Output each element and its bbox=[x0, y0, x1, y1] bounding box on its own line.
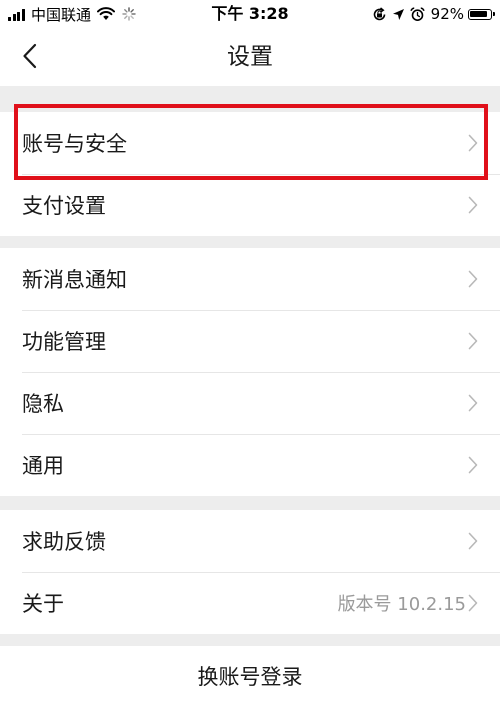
settings-item-feature-management[interactable]: 功能管理 bbox=[0, 310, 500, 372]
chevron-left-icon bbox=[22, 43, 38, 69]
cellular-signal-icon bbox=[8, 8, 26, 21]
settings-item-general[interactable]: 通用 bbox=[0, 434, 500, 496]
chevron-right-icon bbox=[468, 456, 478, 474]
settings-item-privacy[interactable]: 隐私 bbox=[0, 372, 500, 434]
loading-spinner-icon bbox=[122, 7, 136, 21]
settings-group-help: 求助反馈 关于 版本号 10.2.15 bbox=[0, 510, 500, 634]
battery-percent: 92% bbox=[430, 5, 464, 23]
chevron-right-icon bbox=[468, 394, 478, 412]
row-right bbox=[468, 394, 478, 412]
status-right: 92% bbox=[372, 4, 495, 24]
settings-group-account: 账号与安全 支付设置 bbox=[0, 112, 500, 236]
status-left: 中国联通 bbox=[8, 4, 136, 24]
row-right bbox=[468, 196, 478, 214]
row-right bbox=[468, 456, 478, 474]
location-arrow-icon bbox=[392, 8, 405, 21]
chevron-right-icon bbox=[468, 594, 478, 612]
battery-level-fill bbox=[470, 10, 487, 17]
settings-item-label: 新消息通知 bbox=[22, 268, 127, 292]
settings-item-label: 账号与安全 bbox=[22, 132, 127, 156]
settings-item-payment[interactable]: 支付设置 bbox=[0, 174, 500, 236]
row-right bbox=[468, 332, 478, 350]
row-right: 版本号 10.2.15 bbox=[338, 590, 478, 616]
chevron-right-icon bbox=[468, 270, 478, 288]
chevron-right-icon bbox=[468, 332, 478, 350]
page-title: 设置 bbox=[227, 44, 273, 70]
settings-item-account-security[interactable]: 账号与安全 bbox=[0, 112, 500, 174]
settings-item-about[interactable]: 关于 版本号 10.2.15 bbox=[0, 572, 500, 634]
row-right bbox=[468, 134, 478, 152]
settings-item-label: 功能管理 bbox=[22, 330, 106, 354]
settings-item-label: 关于 bbox=[22, 592, 64, 616]
status-bar: 中国联通 下午 3:28 92% bbox=[0, 0, 500, 28]
alarm-clock-icon bbox=[410, 6, 425, 22]
settings-item-label: 隐私 bbox=[22, 392, 64, 416]
chevron-right-icon bbox=[468, 532, 478, 550]
switch-account-button[interactable]: 换账号登录 bbox=[0, 646, 500, 708]
settings-item-label: 求助反馈 bbox=[22, 530, 106, 554]
rotation-lock-icon bbox=[372, 6, 387, 22]
carrier-name: 中国联通 bbox=[31, 5, 92, 24]
settings-item-label: 支付设置 bbox=[22, 194, 106, 218]
row-right bbox=[468, 532, 478, 550]
row-right bbox=[468, 270, 478, 288]
wifi-icon bbox=[97, 7, 116, 21]
battery-icon bbox=[468, 8, 495, 20]
chevron-right-icon bbox=[468, 196, 478, 214]
settings-item-label: 通用 bbox=[22, 454, 64, 478]
settings-item-notifications[interactable]: 新消息通知 bbox=[0, 248, 500, 310]
version-number: 版本号 10.2.15 bbox=[337, 594, 466, 615]
settings-group-general: 新消息通知 功能管理 隐私 通用 bbox=[0, 248, 500, 496]
back-button[interactable] bbox=[10, 36, 50, 76]
chevron-right-icon bbox=[468, 134, 478, 152]
navigation-bar: 设置 bbox=[0, 28, 500, 86]
settings-item-help-feedback[interactable]: 求助反馈 bbox=[0, 510, 500, 572]
